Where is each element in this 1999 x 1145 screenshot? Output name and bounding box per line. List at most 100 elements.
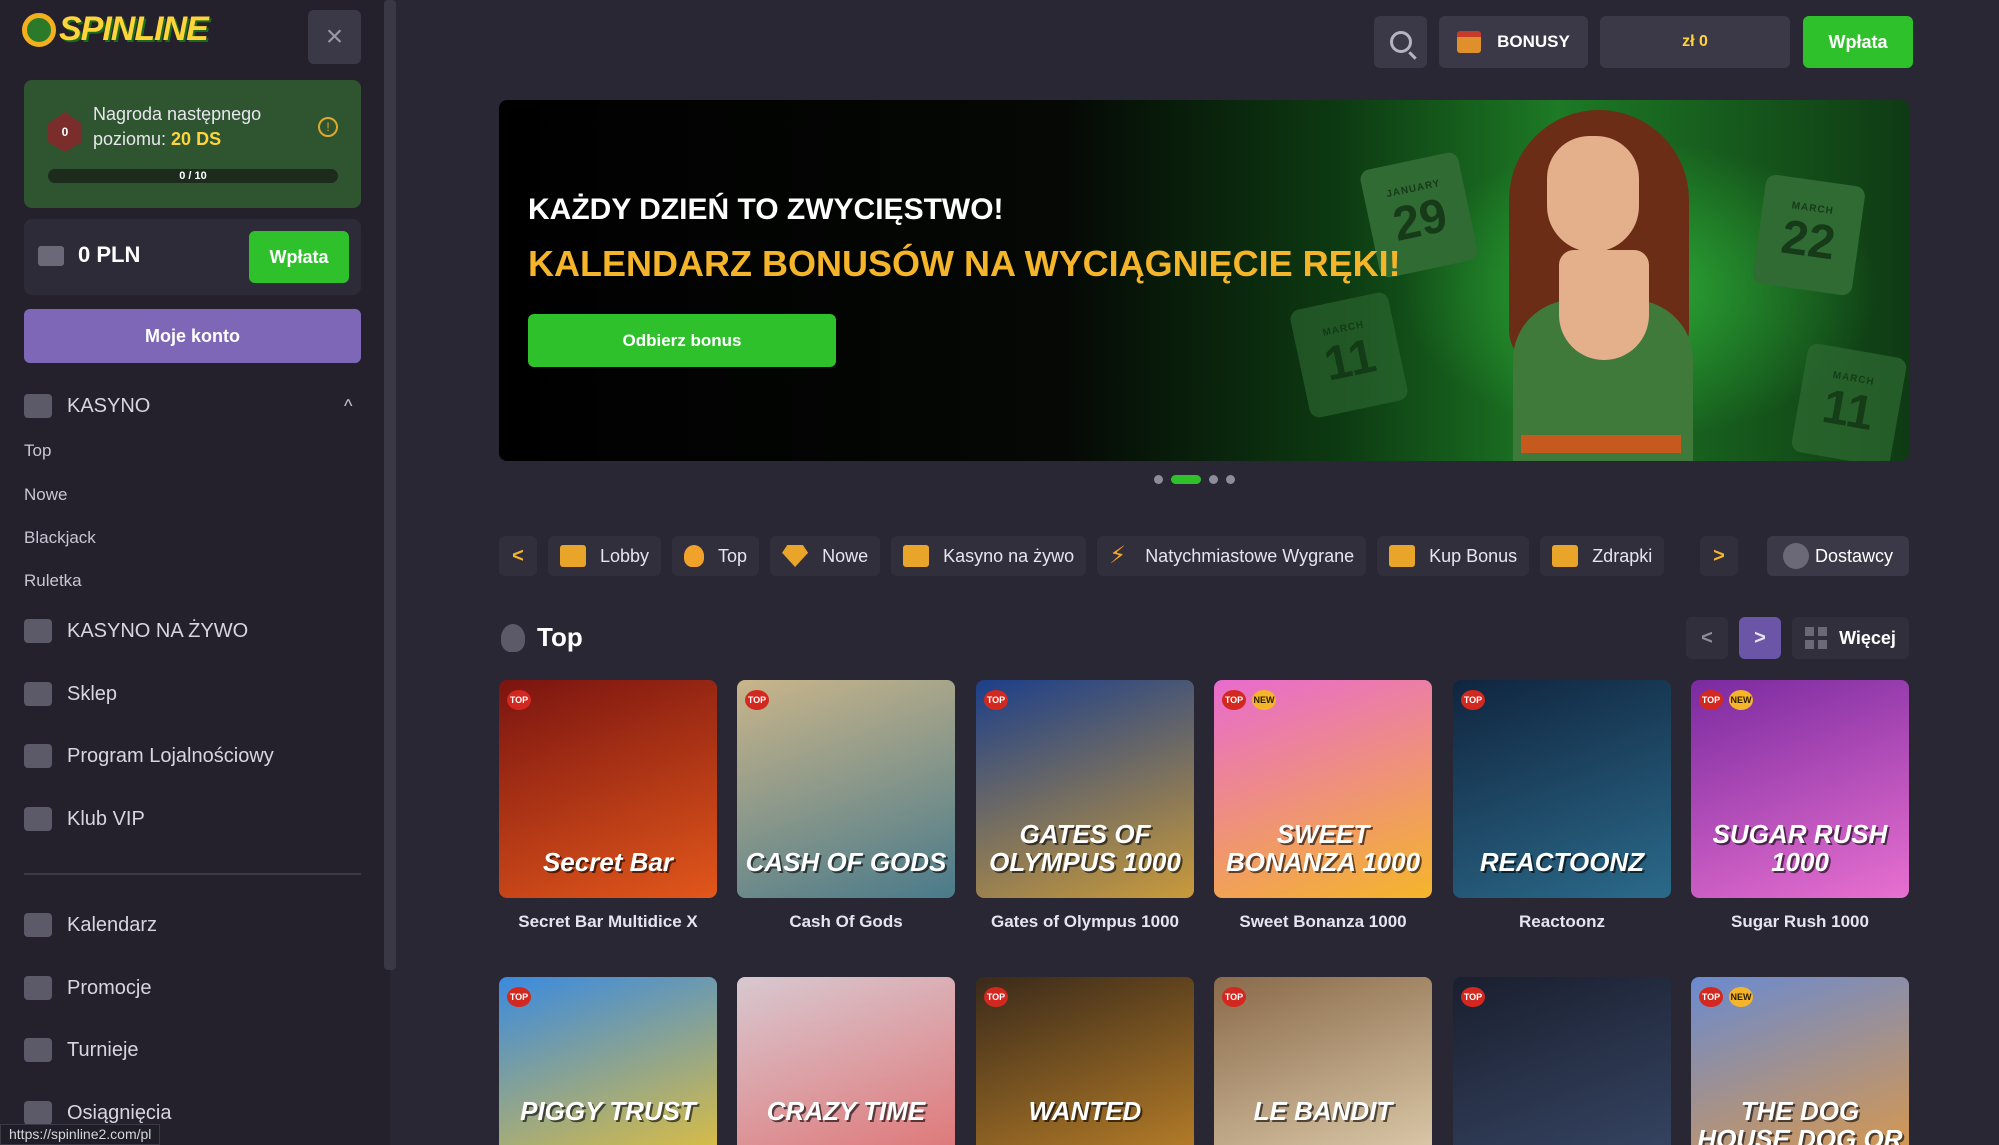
- level-progress-bar: 0 / 10: [48, 169, 338, 183]
- logo-ring-icon: [22, 12, 56, 47]
- sidebar-deposit-button[interactable]: Wpłata: [249, 231, 349, 283]
- sub-item-nowe[interactable]: Nowe: [24, 485, 67, 505]
- game-tile[interactable]: REACTOONZ TOP: [1453, 680, 1671, 898]
- game-artwork: [1453, 977, 1671, 1145]
- providers-button[interactable]: Dostawcy: [1767, 536, 1909, 576]
- logo[interactable]: SPINLINE: [22, 10, 209, 49]
- game-name[interactable]: Reactoonz: [1453, 912, 1671, 932]
- game-tile[interactable]: THE DOG HOUSE DOG OR ALIVE TOP NEW: [1691, 977, 1909, 1145]
- sidebar-scrollbar[interactable]: [384, 0, 396, 970]
- chevron-up-icon[interactable]: ^: [344, 396, 352, 417]
- scratch-card-icon: [1552, 545, 1579, 567]
- level-reward-text: Nagroda następnego poziomu: 20 DS: [93, 102, 293, 152]
- casino-icon: [24, 394, 52, 418]
- game-tile[interactable]: TOP: [1453, 977, 1671, 1145]
- calendar-card-icon: MARCH 22: [1751, 173, 1867, 297]
- game-tile[interactable]: SWEET BONANZA 1000 TOP NEW: [1214, 680, 1432, 898]
- carousel-dot[interactable]: [1209, 475, 1218, 484]
- games-prev-button[interactable]: <: [1686, 617, 1728, 659]
- game-name[interactable]: Secret Bar Multidice X: [499, 912, 717, 932]
- sub-item-ruletka[interactable]: Ruletka: [24, 571, 82, 591]
- search-icon: [1389, 31, 1412, 53]
- claim-bonus-button[interactable]: Odbierz bonus: [528, 314, 836, 367]
- game-tile[interactable]: LE BANDIT TOP: [1214, 977, 1432, 1145]
- carousel-dot-active[interactable]: [1171, 475, 1201, 484]
- top-badge: TOP: [1461, 690, 1485, 710]
- category-label: Kup Bonus: [1429, 545, 1518, 566]
- nav-loyalty[interactable]: Program Lojalnościowy: [24, 744, 274, 768]
- nav-shop-label: Sklep: [67, 682, 118, 705]
- game-art-title: Secret Bar: [542, 847, 674, 877]
- game-tile[interactable]: CRAZY TIME: [737, 977, 955, 1145]
- banner-character-image: [1489, 100, 1719, 461]
- game-tile[interactable]: CASH OF GODS TOP: [737, 680, 955, 898]
- banner-headline: KAŻDY DZIEŃ TO ZWYCIĘSTWO!: [528, 193, 1004, 226]
- game-tile[interactable]: Secret Bar TOP: [499, 680, 717, 898]
- more-button[interactable]: Więcej: [1792, 617, 1909, 659]
- top-badge: TOP: [507, 690, 531, 710]
- nav-casino-label: KASYNO: [67, 394, 151, 417]
- category-lobby[interactable]: Lobby: [548, 536, 662, 576]
- search-button[interactable]: [1374, 16, 1427, 68]
- game-name[interactable]: Cash Of Gods: [737, 912, 955, 932]
- level-reward-amount: 20 DS: [171, 129, 222, 149]
- slot-machine-icon: [560, 545, 586, 567]
- nav-live-casino[interactable]: KASYNO NA ŻYWO: [24, 619, 248, 643]
- calendar-day: 22: [1778, 209, 1839, 270]
- nav-tournaments-label: Turnieje: [67, 1038, 139, 1061]
- chest-icon: [1389, 545, 1416, 567]
- close-sidebar-button[interactable]: ×: [308, 10, 361, 64]
- game-tile[interactable]: GATES OF OLYMPUS 1000 TOP: [976, 680, 1194, 898]
- category-label: Nowe: [822, 545, 869, 566]
- game-tile[interactable]: SUGAR RUSH 1000 TOP NEW: [1691, 680, 1909, 898]
- trophy-icon: [24, 1038, 52, 1062]
- balance-card: 0 PLN Wpłata: [24, 219, 361, 295]
- nav-promotions[interactable]: Promocje: [24, 976, 151, 1000]
- sub-item-blackjack[interactable]: Blackjack: [24, 528, 96, 548]
- sub-item-top[interactable]: Top: [24, 441, 51, 461]
- sidebar-divider: [24, 873, 361, 875]
- close-icon: ×: [325, 20, 344, 53]
- section-title: Top: [537, 622, 583, 652]
- header-deposit-button[interactable]: Wpłata: [1803, 16, 1913, 68]
- calendar-card-icon: MARCH 11: [1288, 290, 1410, 420]
- lightning-icon: ⚡: [1109, 542, 1127, 569]
- top-badge: TOP: [1222, 987, 1246, 1007]
- info-icon[interactable]: !: [318, 117, 338, 137]
- banner-subheadline: KALENDARZ BONUSÓW NA WYCIĄGNIĘCIE RĘKI!: [528, 243, 1401, 284]
- nav-casino[interactable]: KASYNO: [24, 394, 150, 418]
- more-label: Więcej: [1839, 627, 1896, 648]
- category-top[interactable]: Top: [672, 536, 760, 576]
- carousel-dot[interactable]: [1226, 475, 1235, 484]
- nav-tournaments[interactable]: Turnieje: [24, 1038, 139, 1062]
- category-instant-wins[interactable]: ⚡ Natychmiastowe Wygrane: [1097, 536, 1367, 576]
- game-tile[interactable]: PIGGY TRUST TOP: [499, 977, 717, 1145]
- category-new[interactable]: Nowe: [770, 536, 881, 576]
- nav-promotions-label: Promocje: [67, 976, 152, 999]
- category-scratch[interactable]: Zdrapki: [1540, 536, 1665, 576]
- nav-achievements[interactable]: Osiągnięcia: [24, 1101, 172, 1125]
- flame-icon: [684, 545, 705, 567]
- game-art-title: SUGAR RUSH 1000: [1712, 819, 1888, 877]
- categories-next-button[interactable]: >: [1700, 536, 1738, 576]
- categories-prev-button[interactable]: <: [499, 536, 537, 576]
- game-name[interactable]: Gates of Olympus 1000: [976, 912, 1194, 932]
- my-account-button[interactable]: Moje konto: [24, 309, 361, 363]
- header-balance[interactable]: zł 0: [1600, 16, 1790, 68]
- category-live-casino[interactable]: Kasyno na żywo: [891, 536, 1087, 576]
- game-name[interactable]: Sweet Bonanza 1000: [1214, 912, 1432, 932]
- carousel-dot[interactable]: [1154, 475, 1163, 484]
- game-name[interactable]: Sugar Rush 1000: [1691, 912, 1909, 932]
- bonus-button[interactable]: BONUSY: [1439, 16, 1588, 68]
- game-art-title: LE BANDIT: [1253, 1096, 1393, 1126]
- game-tile[interactable]: WANTED TOP: [976, 977, 1194, 1145]
- category-label: Zdrapki: [1592, 545, 1653, 566]
- nav-calendar[interactable]: Kalendarz: [24, 913, 157, 937]
- games-next-button[interactable]: >: [1739, 617, 1781, 659]
- promo-banner[interactable]: JANUARY 29 MARCH 22 MARCH 11 MARCH 11 KAŻDY …: [499, 100, 1909, 461]
- category-buy-bonus[interactable]: Kup Bonus: [1377, 536, 1530, 576]
- category-label: Top: [718, 545, 748, 566]
- basket-icon: [24, 682, 52, 706]
- nav-vip[interactable]: Klub VIP: [24, 807, 145, 831]
- nav-shop[interactable]: Sklep: [24, 682, 117, 706]
